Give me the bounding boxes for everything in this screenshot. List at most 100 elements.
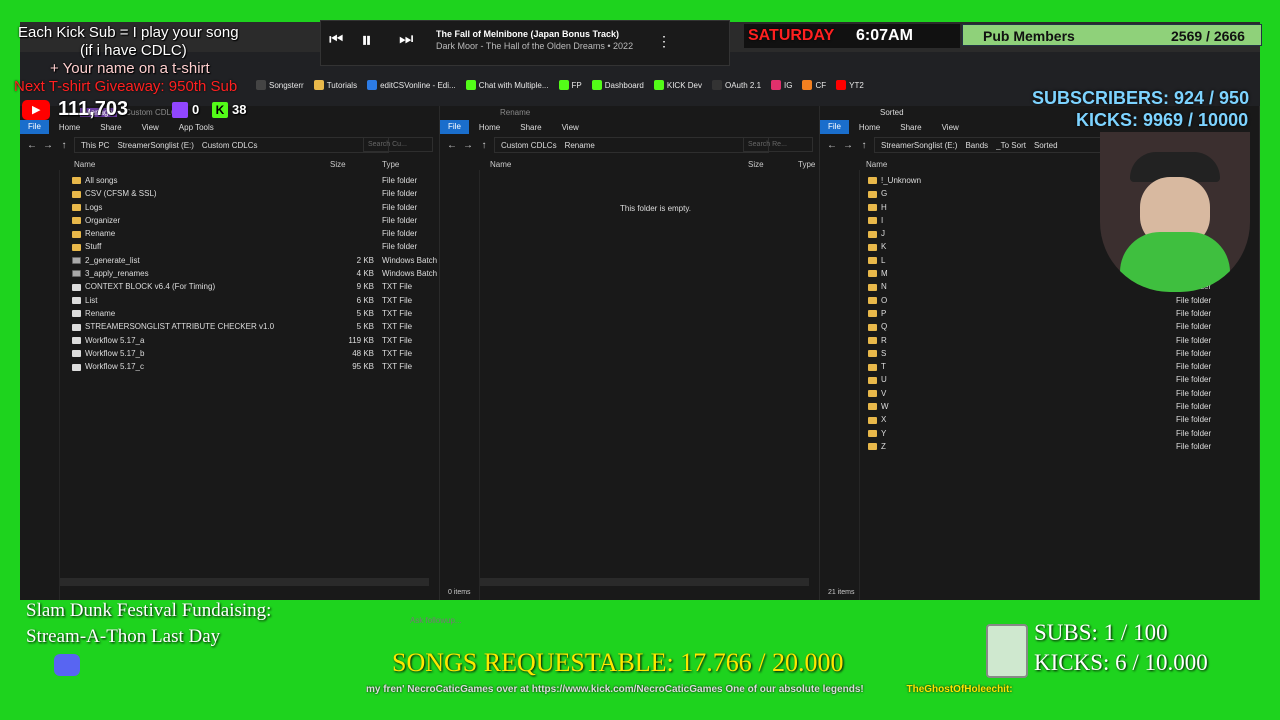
col-size[interactable]: Size (330, 160, 346, 169)
up-arrow-icon[interactable]: ↑ (58, 140, 70, 151)
share-tab[interactable]: Share (890, 123, 931, 132)
file-row[interactable]: Stuff File folder (72, 240, 439, 253)
bookmark-item[interactable]: Songsterr (256, 80, 304, 90)
folder-row[interactable]: Z File folder (868, 440, 1259, 453)
col-size[interactable]: Size (748, 160, 764, 169)
breadcrumb-item[interactable]: Custom CDLCs (501, 141, 557, 150)
folder-row[interactable]: V File folder (868, 387, 1259, 400)
breadcrumb-item[interactable]: StreamerSonglist (E:) (117, 141, 193, 150)
bookmark-item[interactable]: KICK Dev (653, 80, 702, 90)
file-row[interactable]: CSV (CFSM & SSL) File folder (72, 187, 439, 200)
col-name[interactable]: Name (490, 160, 511, 169)
folder-row[interactable]: X File folder (868, 413, 1259, 426)
breadcrumb[interactable]: Custom CDLCs Rename (494, 137, 769, 153)
folder-row[interactable]: O File folder (868, 294, 1259, 307)
folder-row[interactable]: R File folder (868, 334, 1259, 347)
bookmark-icon (465, 80, 476, 90)
share-tab[interactable]: Share (90, 123, 131, 132)
bookmark-item[interactable]: FP (558, 80, 582, 90)
breadcrumb-item[interactable]: This PC (81, 141, 109, 150)
bookmark-item[interactable]: OAuth 2.1 (712, 80, 761, 90)
file-row[interactable]: Workflow 5.17_a 119 KB TXT File (72, 334, 439, 347)
view-tab[interactable]: View (932, 123, 969, 132)
folder-icon (868, 350, 877, 358)
folder-name: X (881, 415, 887, 425)
file-row[interactable]: 3_apply_renames 4 KB Windows Batch (72, 267, 439, 280)
file-tab[interactable]: File (820, 120, 849, 134)
bookmark-item[interactable]: Dashboard (591, 80, 644, 90)
time-label: 6:07AM (856, 27, 913, 44)
back-arrow-icon[interactable]: ← (826, 140, 838, 151)
bookmark-item[interactable]: YT2 (836, 80, 864, 90)
next-track-icon[interactable]: ⏭ (399, 31, 413, 49)
pause-icon[interactable]: ⏸ (361, 27, 372, 53)
search-input[interactable]: Search Cu... (363, 137, 433, 152)
folder-row[interactable]: S File folder (868, 347, 1259, 360)
folder-row[interactable]: Q File folder (868, 320, 1259, 333)
folder-row[interactable]: W File folder (868, 400, 1259, 413)
col-name[interactable]: Name (74, 160, 95, 169)
forward-arrow-icon[interactable]: → (842, 140, 854, 151)
back-arrow-icon[interactable]: ← (446, 140, 458, 151)
folder-row[interactable]: U File folder (868, 373, 1259, 386)
breadcrumb-item[interactable]: Bands (965, 141, 988, 150)
breadcrumb-item[interactable]: Rename (565, 141, 595, 150)
search-input[interactable]: Search Re... (743, 137, 813, 152)
file-row[interactable]: Rename 5 KB TXT File (72, 307, 439, 320)
home-tab[interactable]: Home (849, 123, 890, 132)
file-row[interactable]: List 6 KB TXT File (72, 294, 439, 307)
folder-row[interactable]: Y File folder (868, 427, 1259, 440)
breadcrumb-item[interactable]: Custom CDLCs (202, 141, 258, 150)
up-arrow-icon[interactable]: ↑ (478, 140, 490, 151)
navigation-pane[interactable] (440, 170, 480, 600)
previous-track-icon[interactable]: ⏮ (329, 31, 343, 49)
file-row[interactable]: Workflow 5.17_b 48 KB TXT File (72, 347, 439, 360)
navigation-pane[interactable] (20, 170, 60, 600)
share-tab[interactable]: Share (510, 123, 551, 132)
back-arrow-icon[interactable]: ← (26, 140, 38, 151)
breadcrumb-item[interactable]: Sorted (1034, 141, 1058, 150)
file-type: File folder (382, 202, 418, 212)
col-name[interactable]: Name (866, 160, 887, 169)
forward-arrow-icon[interactable]: → (462, 140, 474, 151)
folder-row[interactable]: P File folder (868, 307, 1259, 320)
forward-arrow-icon[interactable]: → (42, 140, 54, 151)
file-row[interactable]: Rename File folder (72, 227, 439, 240)
breadcrumb-item[interactable]: _To Sort (996, 141, 1026, 150)
app-tools-tab[interactable]: App Tools (169, 123, 224, 132)
folder-type: File folder (1176, 295, 1212, 305)
file-size: 4 KB (356, 269, 374, 279)
breadcrumb[interactable]: StreamerSonglist (E:) Bands _To Sort Sor… (874, 137, 1119, 153)
folder-row[interactable]: T File folder (868, 360, 1259, 373)
file-row[interactable]: CONTEXT BLOCK v6.4 (For Timing) 9 KB TXT F… (72, 280, 439, 293)
file-row[interactable]: Workflow 5.17_c 95 KB TXT File (72, 360, 439, 373)
up-arrow-icon[interactable]: ↑ (858, 140, 870, 151)
horizontal-scrollbar[interactable] (480, 578, 809, 586)
file-row[interactable]: STREAMERSONGLIST ATTRIBUTE CHECKER v1.0 5… (72, 320, 439, 333)
file-row[interactable]: 2_generate_list 2 KB Windows Batch (72, 254, 439, 267)
col-type[interactable]: Type (382, 160, 399, 169)
breadcrumb-item[interactable]: StreamerSonglist (E:) (881, 141, 957, 150)
horizontal-scrollbar[interactable] (60, 578, 429, 586)
home-tab[interactable]: Home (49, 123, 90, 132)
view-tab[interactable]: View (132, 123, 169, 132)
file-row[interactable]: Logs File folder (72, 201, 439, 214)
navigation-pane[interactable] (820, 170, 860, 600)
breadcrumb[interactable]: This PC StreamerSonglist (E:) Custom CDL… (74, 137, 389, 153)
bookmark-item[interactable]: editCSVonline - Edi... (367, 80, 456, 90)
bookmark-label: CF (815, 80, 827, 90)
file-tab[interactable]: File (20, 120, 49, 134)
file-row[interactable]: All songs File folder (72, 174, 439, 187)
view-tab[interactable]: View (552, 123, 589, 132)
bookmark-item[interactable]: Chat with Multiple... (465, 80, 549, 90)
bookmark-item[interactable]: Tutorials (313, 80, 358, 90)
file-name: Workflow 5.17_c (85, 362, 144, 372)
more-options-icon[interactable]: ⋮ (657, 33, 671, 50)
file-row[interactable]: Organizer File folder (72, 214, 439, 227)
bookmark-item[interactable]: CF (802, 80, 826, 90)
file-tab[interactable]: File (440, 120, 469, 134)
bookmark-item[interactable]: IG (771, 80, 792, 90)
home-tab[interactable]: Home (469, 123, 510, 132)
bookmark-label: Tutorials (326, 80, 358, 90)
col-type[interactable]: Type (798, 160, 815, 169)
